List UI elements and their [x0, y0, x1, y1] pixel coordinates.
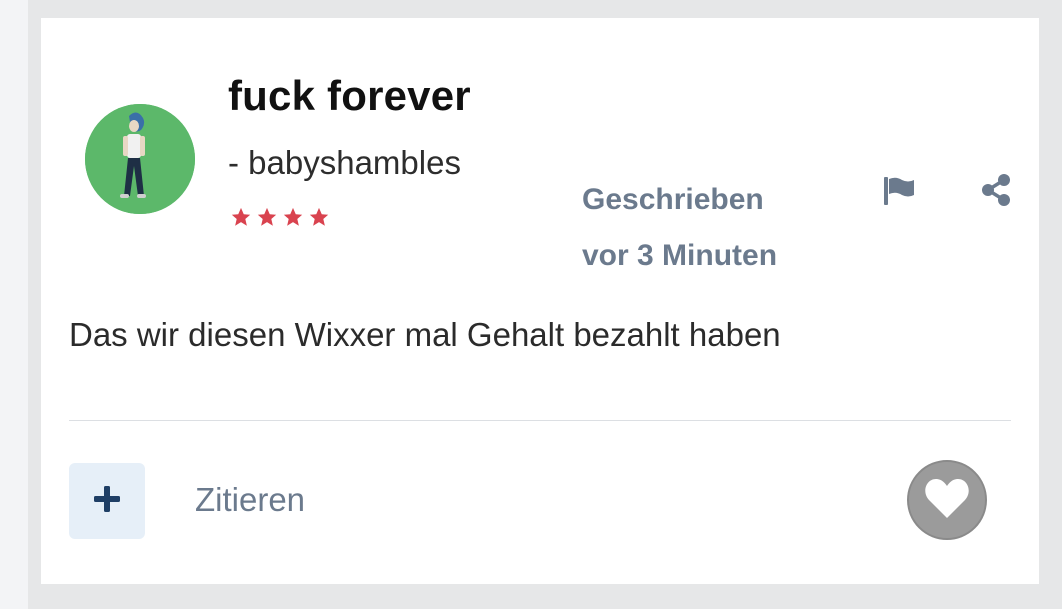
plus-icon — [92, 484, 122, 519]
post-body: Das wir diesen Wixxer mal Gehalt bezahlt… — [69, 316, 781, 353]
share-icon — [980, 173, 1012, 212]
avatar[interactable] — [85, 104, 195, 214]
share-button[interactable] — [979, 173, 1013, 212]
heart-icon — [923, 476, 971, 525]
star-icon — [281, 206, 305, 233]
divider — [69, 420, 1011, 421]
rating-stars — [229, 206, 331, 233]
post-title: fuck forever — [228, 72, 471, 119]
quote-button[interactable]: Zitieren — [195, 481, 305, 519]
post-card: fuck forever - babyshambles Geschrieben … — [41, 18, 1039, 584]
star-icon — [229, 206, 253, 233]
written-label: Geschrieben — [582, 183, 764, 216]
add-button[interactable] — [69, 463, 145, 539]
page-left-strip — [0, 0, 28, 609]
report-button[interactable] — [881, 176, 917, 210]
like-button[interactable] — [907, 460, 987, 540]
post-timestamp: Geschrieben vor 3 Minuten — [582, 172, 777, 284]
written-time: vor 3 Minuten — [582, 239, 778, 272]
star-icon — [255, 206, 279, 233]
post-author[interactable]: - babyshambles — [228, 144, 461, 182]
flag-icon — [882, 175, 916, 212]
star-icon — [307, 206, 331, 233]
